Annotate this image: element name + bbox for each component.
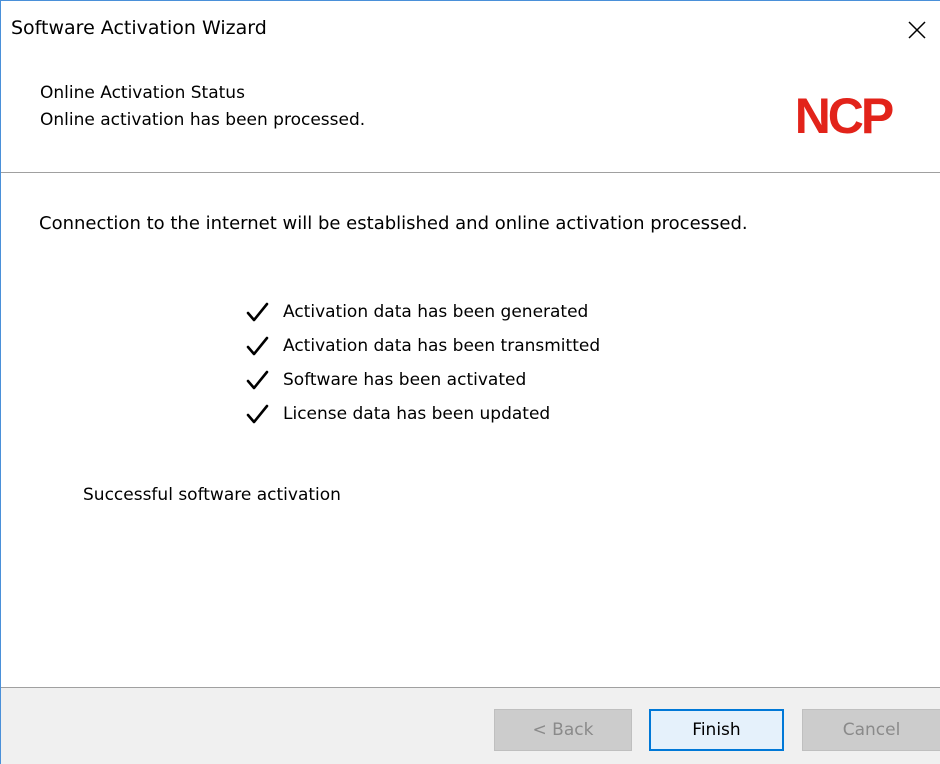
svg-text:NCP: NCP xyxy=(795,89,893,141)
title-bar: Software Activation Wizard xyxy=(1,1,940,65)
activation-wizard-window: Software Activation Wizard Online Activa… xyxy=(0,0,940,764)
back-button[interactable]: < Back xyxy=(494,709,632,751)
list-item: License data has been updated xyxy=(243,397,600,431)
activation-steps-list: Activation data has been generated Activ… xyxy=(243,295,600,431)
close-icon xyxy=(908,21,926,39)
list-item: Activation data has been transmitted xyxy=(243,329,600,363)
page-title: Online Activation Status xyxy=(40,83,245,103)
step-label: Software has been activated xyxy=(283,370,527,390)
step-label: Activation data has been transmitted xyxy=(283,336,601,356)
window-title: Software Activation Wizard xyxy=(11,17,267,39)
list-item: Software has been activated xyxy=(243,363,600,397)
wizard-footer: < Back Finish Cancel xyxy=(1,687,940,764)
step-label: License data has been updated xyxy=(283,404,551,424)
step-label: Activation data has been generated xyxy=(283,302,589,322)
finish-button[interactable]: Finish xyxy=(649,709,784,751)
checkmark-icon xyxy=(246,336,269,356)
page-subtitle: Online activation has been processed. xyxy=(40,110,366,130)
cancel-button[interactable]: Cancel xyxy=(802,709,940,751)
checkmark-icon xyxy=(246,370,269,390)
ncp-logo: NCP xyxy=(795,89,896,141)
list-item: Activation data has been generated xyxy=(243,295,600,329)
close-button[interactable] xyxy=(894,5,940,55)
wizard-header: Online Activation Status Online activati… xyxy=(1,65,940,173)
checkmark-icon xyxy=(246,302,269,322)
intro-text: Connection to the internet will be estab… xyxy=(39,213,748,234)
checkmark-icon xyxy=(246,404,269,424)
status-text: Successful software activation xyxy=(83,485,341,505)
